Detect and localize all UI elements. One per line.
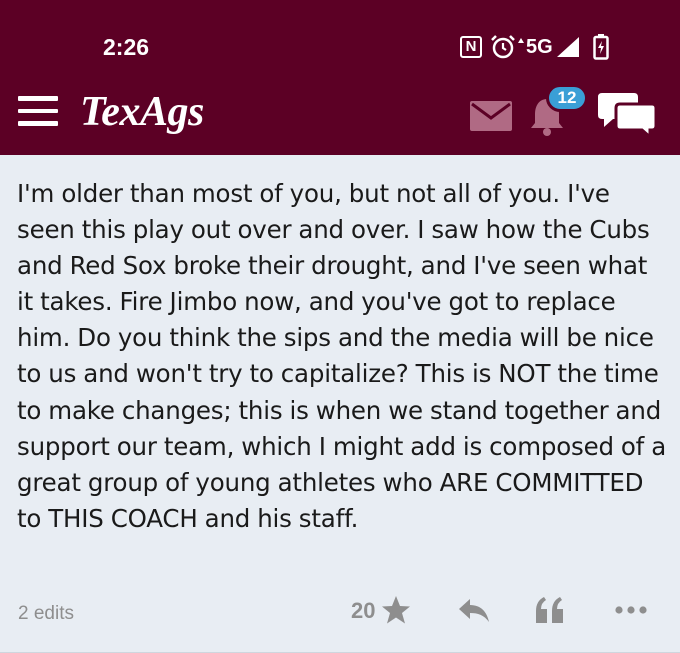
star-icon[interactable] xyxy=(381,595,411,625)
menu-icon[interactable] xyxy=(18,96,58,128)
notification-badge[interactable]: 12 xyxy=(546,84,588,112)
chat-icon[interactable] xyxy=(598,90,656,138)
status-icons: N 5G xyxy=(460,34,609,60)
status-time: 2:26 xyxy=(103,34,150,60)
forum-post: I'm older than most of you, but not all … xyxy=(0,155,680,653)
edits-link[interactable]: 2 edits xyxy=(18,603,74,625)
quote-icon[interactable] xyxy=(535,595,565,623)
app-header: 2:26 N 5G TexAgs 12 xyxy=(0,0,680,155)
battery-icon xyxy=(592,34,609,60)
reply-icon[interactable] xyxy=(458,597,490,623)
alarm-icon xyxy=(491,35,515,59)
nfc-icon: N xyxy=(460,36,482,58)
star-count: 20 xyxy=(351,598,376,623)
post-body: I'm older than most of you, but not all … xyxy=(17,179,667,533)
network-type: 5G xyxy=(518,36,553,59)
signal-icon xyxy=(556,37,579,57)
more-options-icon[interactable] xyxy=(614,605,648,615)
texags-logo[interactable]: TexAgs xyxy=(80,88,204,136)
mail-icon[interactable] xyxy=(470,101,512,131)
